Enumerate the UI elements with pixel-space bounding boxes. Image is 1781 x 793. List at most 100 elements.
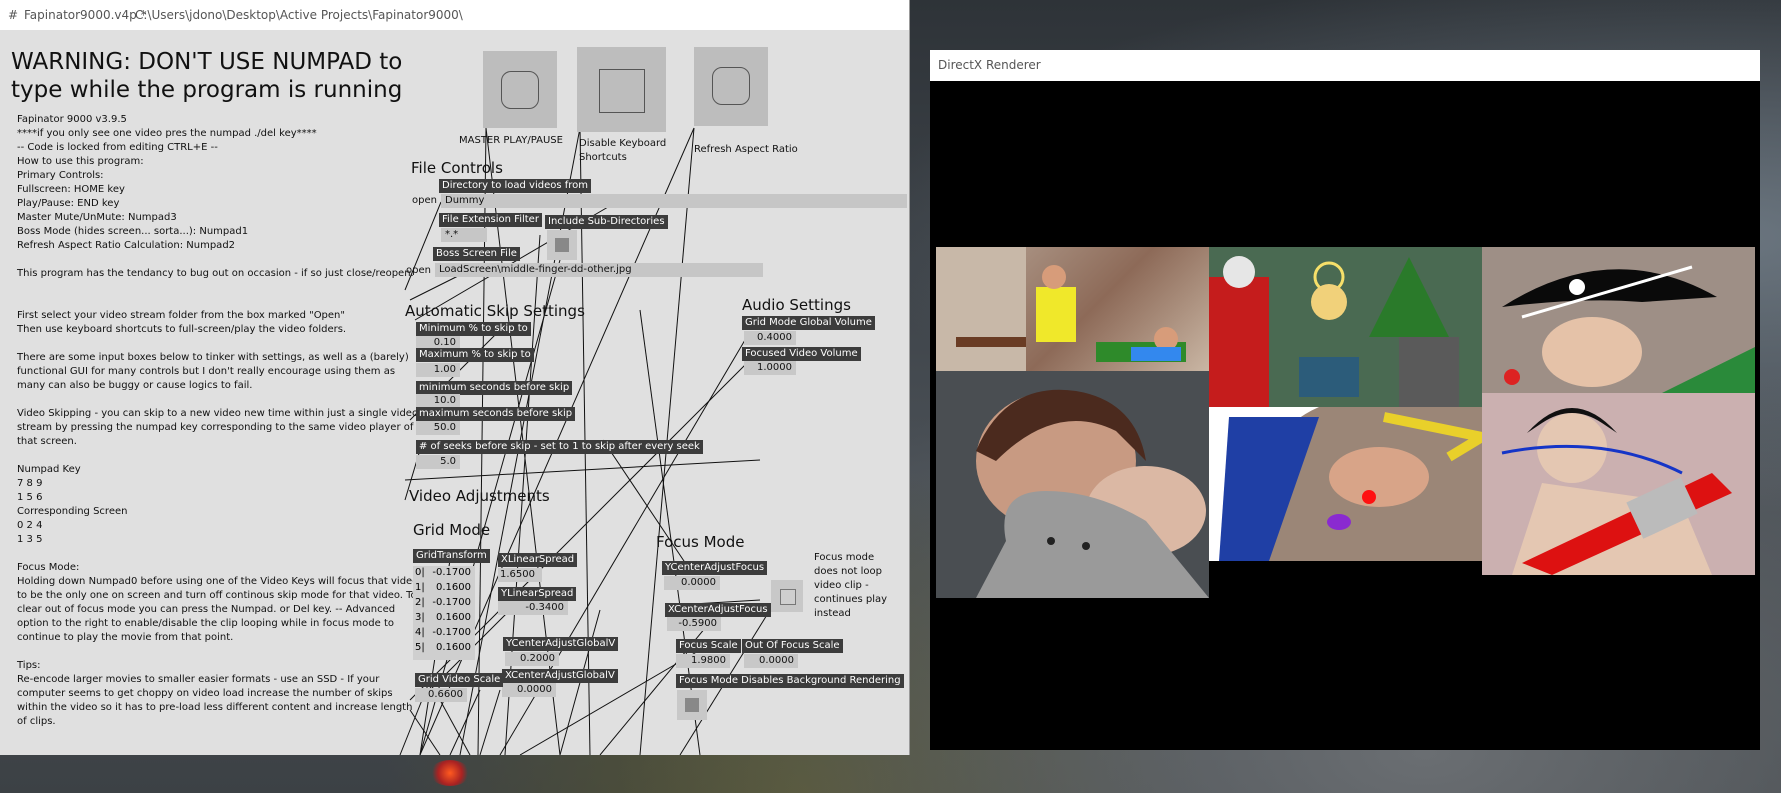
subdir-label: Include Sub-Directories (545, 215, 668, 229)
video-tile-1-art (1209, 247, 1482, 407)
toggle-square-icon (685, 698, 699, 712)
focus-note-line: continues play (814, 594, 888, 605)
instruction-line: Then use keyboard shortcuts to full-scre… (17, 324, 347, 335)
disable-keyboard-caption-2: Shortcuts (579, 152, 627, 163)
instruction-line: Re-encode larger movies to smaller easie… (17, 674, 380, 685)
grid-transform-label: GridTransform (413, 549, 490, 563)
focus-note-line: Focus mode (814, 552, 875, 563)
dir-label: Directory to load videos from (439, 179, 592, 193)
patch-window[interactable]: # Fapinator9000.v4p * C:\Users\jdono\Des… (0, 0, 910, 755)
instruction-line: within the video so it has to pre-load l… (17, 702, 413, 713)
spread-value[interactable]: 0.1600 (436, 641, 471, 655)
ycenter-global-input[interactable]: 0.2000 (505, 652, 559, 666)
max-seconds-label: maximum seconds before skip (416, 407, 576, 421)
video-tile-1[interactable] (1209, 247, 1482, 407)
instruction-line: computer seems to get choppy on video lo… (17, 688, 393, 699)
video-tile-3-art (976, 389, 1209, 598)
instruction-line (17, 645, 418, 659)
instruction-line: Play/Pause: END key (17, 198, 120, 209)
instruction-line (17, 253, 418, 267)
disable-bg-toggle[interactable] (677, 690, 707, 720)
video-tile-4[interactable] (1209, 407, 1482, 561)
instructions-comment: Fapinator 9000 v3.9.5 ****if you only see… (17, 113, 418, 729)
instruction-line: 7 8 9 (17, 478, 43, 489)
renderer-title-bar[interactable]: DirectX Renderer (930, 50, 1760, 81)
open-label-1: open (412, 195, 437, 206)
focus-note-line: instead (814, 608, 851, 619)
instruction-line: First select your video stream folder fr… (17, 310, 345, 321)
focus-volume-label: Focused Video Volume (742, 347, 861, 361)
focus-volume-input[interactable]: 1.0000 (744, 361, 796, 375)
grid-transform-spread[interactable]: 0| -0.1700 1| 0.1600 2| -0.1700 3| 0.160… (413, 566, 475, 660)
xspread-input[interactable]: 1.6500 (498, 568, 542, 582)
ext-filter-label: File Extension Filter (439, 213, 542, 227)
instruction-line: clear out of focus mode you can press th… (17, 604, 396, 615)
video-tile-4-art (1209, 407, 1482, 561)
instruction-line: This program has the tendancy to bug out… (17, 268, 414, 279)
spread-value[interactable]: -0.1700 (432, 596, 471, 610)
disable-keyboard-button[interactable] (577, 47, 666, 132)
instruction-line: Holding down Numpad0 before using one of… (17, 576, 419, 587)
min-seconds-input[interactable]: 10.0 (416, 394, 460, 408)
instruction-line: that screen. (17, 436, 77, 447)
open-label-2: open (406, 265, 431, 276)
instruction-line (17, 449, 418, 463)
master-play-pause-button[interactable] (483, 51, 557, 128)
max-skip-input[interactable]: 1.00 (416, 363, 460, 377)
seeks-input[interactable]: 5.0 (416, 455, 460, 469)
spread-value[interactable]: -0.1700 (432, 566, 471, 580)
xcenter-global-input[interactable]: 0.0000 (502, 683, 556, 697)
video-tile-5-art (1501, 408, 1732, 575)
boss-file-input[interactable]: LoadScreen\middle-finger-dd-other.jpg (435, 263, 763, 277)
instruction-line: 1 5 6 (17, 492, 43, 503)
focus-note: Focus mode does not loop video clip - co… (814, 551, 887, 621)
xcenter-focus-input[interactable]: -0.5900 (667, 617, 721, 631)
skip-settings-header: Automatic Skip Settings (405, 302, 585, 320)
focus-loop-toggle[interactable] (771, 580, 803, 612)
focus-scale-input[interactable]: 1.9800 (676, 654, 730, 668)
instruction-line: Numpad Key (17, 464, 81, 475)
xcenter-global-label: XCenterAdjustGlobalV (502, 669, 618, 683)
refresh-aspect-caption: Refresh Aspect Ratio (694, 144, 798, 155)
spread-index: 3| (415, 612, 425, 623)
spread-value[interactable]: 0.1600 (436, 611, 471, 625)
spread-index: 0| (415, 567, 425, 578)
focus-note-line: video clip - (814, 580, 869, 591)
seeks-label: # of seeks before skip - set to 1 to ski… (416, 440, 703, 454)
grid-volume-input[interactable]: 0.4000 (744, 331, 796, 345)
ycenter-focus-input[interactable]: 0.0000 (664, 576, 720, 590)
toggle-square-icon (555, 238, 569, 252)
instruction-line (17, 393, 418, 407)
instruction-line: 0 2 4 (17, 520, 43, 531)
dir-input[interactable]: Dummy (441, 194, 907, 208)
spread-value[interactable]: 0.1600 (436, 581, 471, 595)
grid-scale-input[interactable]: 0.6600 (415, 688, 467, 702)
renderer-window[interactable]: DirectX Renderer (930, 50, 1760, 750)
max-seconds-input[interactable]: 50.0 (416, 421, 460, 435)
spread-value[interactable]: -0.1700 (432, 626, 471, 640)
subdir-toggle[interactable] (547, 230, 577, 260)
ycenter-global-label: YCenterAdjustGlobalV (503, 637, 619, 651)
video-tile-2[interactable] (1482, 247, 1755, 393)
yspread-input[interactable]: -0.3400 (498, 601, 568, 615)
file-controls-header: File Controls (411, 159, 503, 177)
dir-input-value: Dummy (445, 195, 485, 206)
video-tile-3[interactable] (936, 371, 1209, 598)
instruction-line: continue to play the movie from that poi… (17, 632, 234, 643)
toggle-square-icon (780, 589, 796, 605)
spread-index: 1| (415, 582, 425, 593)
yspread-label: YLinearSpread (498, 587, 577, 601)
instruction-line: Refresh Aspect Ratio Calculation: Numpad… (17, 240, 236, 251)
max-skip-label: Maximum % to skip to (416, 348, 534, 362)
instruction-line: Primary Controls: (17, 170, 104, 181)
master-play-caption: MASTER PLAY/PAUSE (459, 135, 563, 146)
out-focus-input[interactable]: 0.0000 (744, 654, 798, 668)
instruction-line: many can also be buggy or cause logics t… (17, 380, 253, 391)
video-tile-0[interactable] (936, 247, 1209, 371)
instruction-line: Focus Mode: (17, 562, 80, 573)
video-tile-5[interactable] (1482, 393, 1755, 575)
instruction-line: Fapinator 9000 v3.9.5 (17, 114, 127, 125)
ext-filter-input[interactable]: *.* (441, 228, 487, 242)
grid-mode-header: Grid Mode (413, 521, 491, 539)
refresh-aspect-button[interactable] (694, 47, 768, 126)
